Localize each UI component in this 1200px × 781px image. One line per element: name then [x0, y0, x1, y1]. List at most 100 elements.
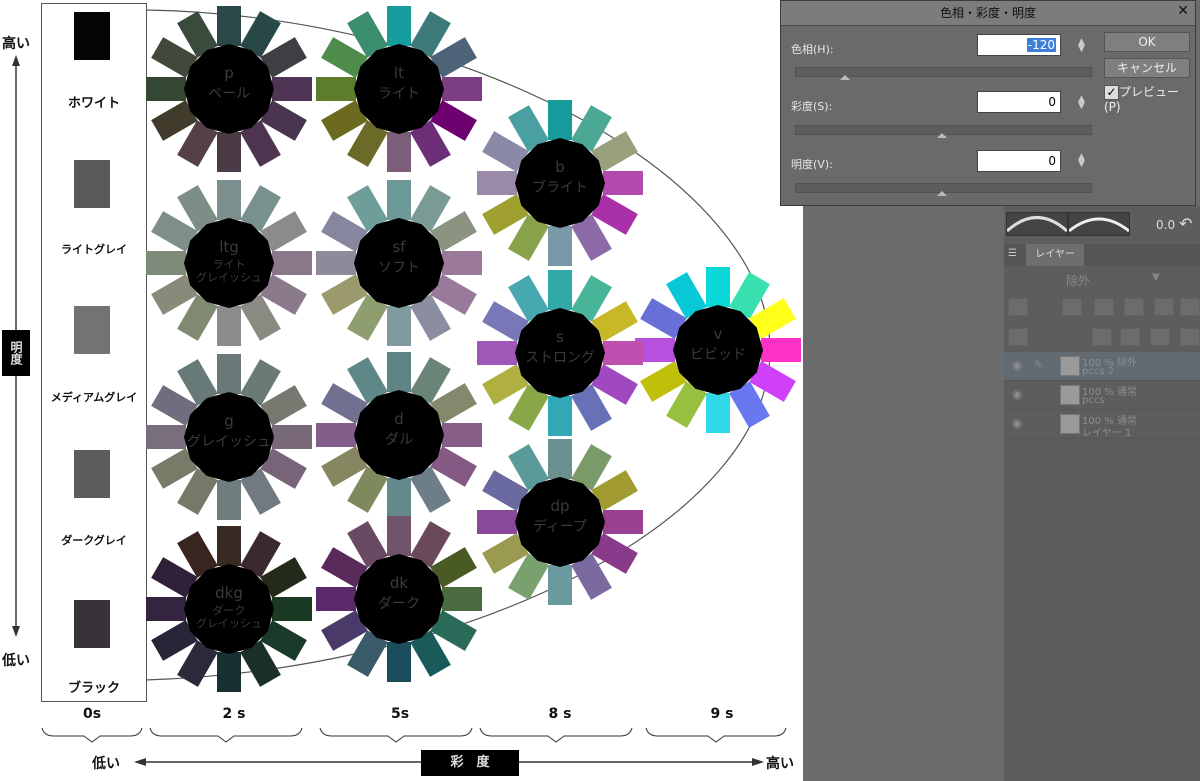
clip-icon[interactable] — [1062, 298, 1082, 316]
new-layer-icon[interactable] — [1092, 328, 1112, 346]
axis-y-high-label: 高い — [2, 36, 30, 52]
close-icon[interactable]: ✕ — [1177, 3, 1189, 19]
tone-name: グレイッシュ — [187, 434, 271, 450]
hue-value: -120 — [1026, 38, 1056, 52]
layers-panel: 0.0 ↶ ☰ レイヤー 除外 ▼ ◉ ✎ 100 % 除外 pccs 2 ◉ … — [1004, 206, 1200, 781]
tone-code: sf — [392, 238, 406, 256]
layer-thumbnail — [1060, 356, 1080, 376]
tone-s: s ストロング — [475, 268, 645, 438]
ok-button[interactable]: OK — [1104, 32, 1190, 52]
petal-s-0 — [548, 270, 572, 310]
eye-icon[interactable]: ◉ — [1012, 358, 1022, 372]
eye-icon[interactable]: ◉ — [1012, 387, 1022, 401]
hue-spinner-icon[interactable]: ▲ ▼ — [1078, 38, 1085, 54]
neutral-label-mediumgray: メディアムグレイ — [50, 391, 138, 404]
petal-dkg-6 — [217, 652, 241, 692]
petal-dp-6 — [548, 565, 572, 605]
preview-checkbox[interactable]: ✓ プレビュー(P) — [1104, 83, 1195, 114]
petal-b-3 — [603, 171, 643, 195]
tone-code: g — [224, 412, 234, 430]
saturation-spinner-icon[interactable]: ▲ ▼ — [1078, 95, 1085, 111]
tab-layer[interactable]: レイヤー — [1026, 244, 1084, 266]
layer-color-icon[interactable] — [1008, 298, 1028, 316]
petal-p-3 — [272, 77, 312, 101]
lock-alpha-icon[interactable] — [1180, 298, 1200, 316]
saturation-level-8s: 8 s — [548, 706, 572, 722]
value-spinner-icon[interactable]: ▲ ▼ — [1078, 153, 1085, 169]
petal-v-0 — [706, 267, 730, 307]
tone-p: p ペール — [144, 4, 314, 174]
petal-s-6 — [548, 396, 572, 436]
hue-saturation-dialog: 色相・彩度・明度 ✕ 色相(H): -120 ▲ ▼ 彩度(S): 0 ▲ ▼ 明度… — [780, 0, 1196, 206]
tone-code: s — [556, 328, 564, 346]
merge-icon[interactable] — [1180, 328, 1200, 346]
petal-sf-0 — [387, 180, 411, 220]
value-slider-thumb[interactable] — [937, 191, 947, 196]
axis-x-high-label: 高い — [766, 756, 794, 772]
chevron-down-icon[interactable]: ▼ — [1152, 272, 1160, 283]
new-folder-icon[interactable] — [1120, 328, 1140, 346]
tone-name: ソフト — [378, 260, 420, 276]
axis-y-title: 明度 — [2, 330, 30, 376]
layer-row[interactable]: ◉ ✎ 100 % 除外 pccs 2 — [1004, 352, 1200, 381]
saturation-slider-thumb[interactable] — [937, 133, 947, 138]
saturation-level-9s: 9 s — [710, 706, 734, 722]
axis-x-title: 彩 度 — [421, 750, 519, 776]
layer-name: pccs — [1082, 395, 1105, 406]
saturation-level-5s: 5s — [390, 706, 410, 722]
layer-row[interactable]: ◉ 100 % 通常 レイヤー 1 — [1004, 410, 1200, 439]
neutral-label-lightgray: ライトグレイ — [61, 243, 127, 256]
panel-menu-icon[interactable]: ☰ — [1008, 248, 1017, 259]
neutral-label-white: ホワイト — [67, 96, 120, 111]
copy-layer-icon[interactable] — [1150, 328, 1170, 346]
petal-g-6 — [217, 480, 241, 520]
tone-name: ライト グレイッシュ — [196, 258, 262, 284]
neutral-panel: ホワイト ライトグレイ メディアムグレイ ダークグレイ ブラック — [41, 3, 147, 702]
tone-code: dp — [550, 497, 570, 515]
lock-icon[interactable] — [1154, 298, 1174, 316]
tone-name: ダル — [385, 432, 413, 448]
eye-icon[interactable]: ◉ — [1012, 416, 1022, 430]
petal-dk-9 — [316, 587, 356, 611]
curve-preset-1[interactable] — [1005, 212, 1069, 236]
tone-name: ペール — [208, 86, 250, 102]
tone-name: ダーク — [378, 596, 420, 612]
hue-slider-thumb[interactable] — [840, 75, 850, 80]
hue-input[interactable]: -120 — [977, 34, 1061, 56]
petal-dkg-0 — [217, 526, 241, 566]
petal-v-3 — [761, 338, 801, 362]
petal-g-3 — [272, 425, 312, 449]
dialog-title: 色相・彩度・明度 — [781, 1, 1195, 26]
cancel-button[interactable]: キャンセル — [1104, 58, 1190, 78]
tone-code: ltg — [219, 238, 239, 256]
color-icon[interactable] — [1124, 298, 1144, 316]
layer-row[interactable]: ◉ 100 % 通常 pccs — [1004, 381, 1200, 410]
petal-s-3 — [603, 341, 643, 365]
petal-lt-9 — [316, 77, 356, 101]
tone-code: b — [555, 158, 565, 176]
layer-thumbnail — [1060, 385, 1080, 405]
reset-icon[interactable]: ↶ — [1179, 214, 1192, 233]
petal-d-6 — [387, 478, 411, 518]
tone-code: dk — [389, 574, 409, 592]
curve-preset-2[interactable] — [1068, 212, 1130, 236]
petal-p-0 — [217, 6, 241, 46]
blend-mode-select[interactable]: 除外 — [1066, 272, 1090, 289]
neutral-swatch-white — [74, 12, 110, 60]
tone-code: p — [224, 64, 234, 82]
opacity-value: 0.0 — [1156, 218, 1176, 232]
petal-lt-0 — [387, 6, 411, 46]
hue-label: 色相(H): — [791, 43, 834, 56]
panel-tab-bar: ☰ レイヤー — [1004, 244, 1200, 266]
tone-b: b ブライト — [475, 98, 645, 268]
tone-g: g グレイッシュ — [144, 352, 314, 522]
value-input[interactable]: 0 — [977, 150, 1061, 172]
petal-sf-6 — [387, 306, 411, 346]
tone-name: ディープ — [532, 519, 588, 535]
saturation-input[interactable]: 0 — [977, 91, 1061, 113]
reference-icon[interactable] — [1094, 298, 1114, 316]
tone-code: lt — [393, 64, 405, 82]
layer-stack-icon[interactable] — [1008, 328, 1028, 346]
value-label: 明度(V): — [791, 158, 833, 171]
neutral-swatch-mediumgray — [74, 306, 110, 354]
